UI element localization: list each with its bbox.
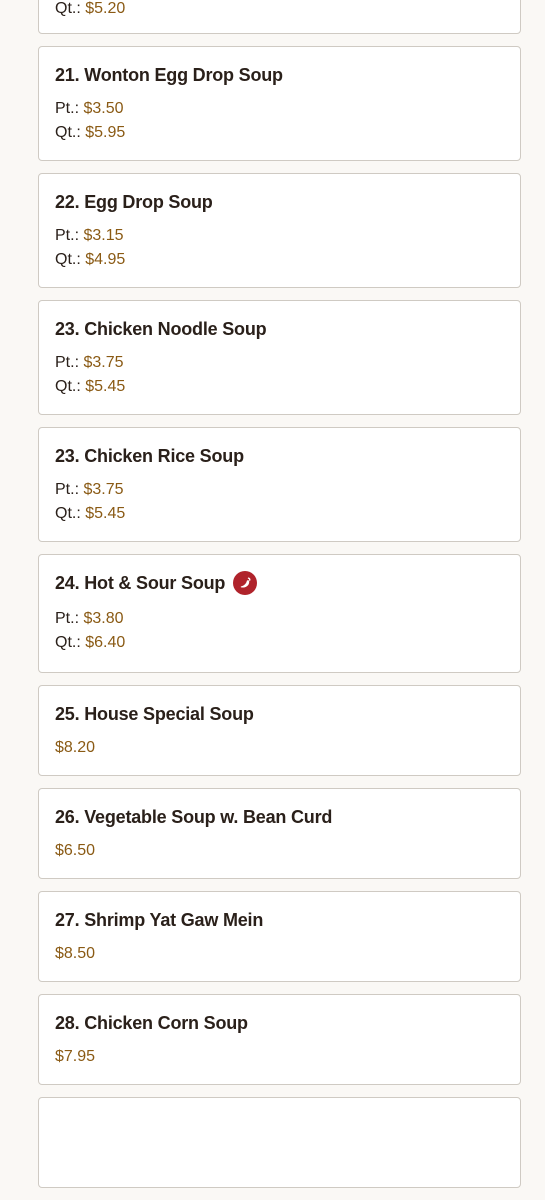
item-price: $8.20 bbox=[55, 739, 96, 756]
quart-label: Qt.: bbox=[55, 634, 81, 651]
menu-item-card[interactable]: 25. House Special Soup $8.20 bbox=[38, 685, 521, 776]
pint-label: Pt.: bbox=[55, 610, 80, 627]
menu-item-card[interactable]: 21. Wonton Egg Drop Soup Pt.: $3.50 Qt.:… bbox=[38, 46, 521, 161]
quart-price: $5.45 bbox=[85, 505, 126, 522]
menu-item-card[interactable]: 26. Vegetable Soup w. Bean Curd $6.50 bbox=[38, 788, 521, 879]
item-price: $6.50 bbox=[55, 842, 96, 859]
quart-price: $5.20 bbox=[85, 0, 126, 17]
pint-price: $3.80 bbox=[83, 610, 124, 627]
menu-item-title: 21. Wonton Egg Drop Soup bbox=[55, 64, 283, 85]
menu-item-title: 25. House Special Soup bbox=[55, 703, 254, 724]
pint-price-line: Pt.: $3.50 bbox=[55, 97, 504, 121]
quart-price: $5.45 bbox=[85, 378, 126, 395]
pint-price-line: Pt.: $3.75 bbox=[55, 478, 504, 502]
price-line: $8.20 bbox=[55, 736, 504, 760]
pint-price: $3.75 bbox=[83, 354, 124, 371]
menu-item-card[interactable]: Qt.: $5.20 bbox=[38, 0, 521, 34]
pint-price: $3.75 bbox=[83, 481, 124, 498]
pint-label: Pt.: bbox=[55, 481, 80, 498]
chili-pepper-icon bbox=[233, 571, 258, 595]
pint-price: $3.15 bbox=[83, 227, 124, 244]
quart-price-line: Qt.: $5.95 bbox=[55, 121, 504, 145]
menu-item-card[interactable]: 23. Chicken Noodle Soup Pt.: $3.75 Qt.: … bbox=[38, 300, 521, 415]
pint-price-line: Pt.: $3.80 bbox=[55, 607, 504, 631]
quart-price-line: Qt.: $6.40 bbox=[55, 631, 504, 655]
quart-price-line: Qt.: $5.20 bbox=[55, 0, 504, 21]
quart-label: Qt.: bbox=[55, 505, 81, 522]
price-line: $6.50 bbox=[55, 839, 504, 863]
item-price: $7.95 bbox=[55, 1048, 96, 1065]
quart-price: $6.40 bbox=[85, 634, 126, 651]
pint-label: Pt.: bbox=[55, 100, 80, 117]
price-line: $8.50 bbox=[55, 942, 504, 966]
menu-item-list: Qt.: $5.20 21. Wonton Egg Drop Soup Pt.:… bbox=[38, 0, 521, 1200]
quart-label: Qt.: bbox=[55, 378, 81, 395]
menu-item-title: 27. Shrimp Yat Gaw Mein bbox=[55, 909, 264, 930]
menu-item-card[interactable]: 22. Egg Drop Soup Pt.: $3.15 Qt.: $4.95 bbox=[38, 173, 521, 288]
quart-price-line: Qt.: $5.45 bbox=[55, 375, 504, 399]
pint-label: Pt.: bbox=[55, 354, 80, 371]
menu-item-card[interactable]: 24. Hot & Sour Soup Pt.: $3.80 Qt.: $6.4… bbox=[38, 554, 521, 673]
menu-item-title: 26. Vegetable Soup w. Bean Curd bbox=[55, 806, 333, 827]
menu-item-card[interactable]: 28. Chicken Corn Soup $7.95 bbox=[38, 994, 521, 1085]
pint-price-line: Pt.: $3.15 bbox=[55, 224, 504, 248]
menu-item-title: 23. Chicken Noodle Soup bbox=[55, 318, 267, 339]
pint-price: $3.50 bbox=[83, 100, 124, 117]
quart-label: Qt.: bbox=[55, 0, 81, 17]
item-price: $8.50 bbox=[55, 945, 96, 962]
price-line: $7.95 bbox=[55, 1045, 504, 1069]
quart-label: Qt.: bbox=[55, 124, 81, 141]
pint-label: Pt.: bbox=[55, 227, 80, 244]
menu-item-card[interactable]: 23. Chicken Rice Soup Pt.: $3.75 Qt.: $5… bbox=[38, 427, 521, 542]
menu-item-card[interactable]: 27. Shrimp Yat Gaw Mein $8.50 bbox=[38, 891, 521, 982]
pint-price-line: Pt.: $3.75 bbox=[55, 351, 504, 375]
quart-label: Qt.: bbox=[55, 251, 81, 268]
quart-price-line: Qt.: $4.95 bbox=[55, 248, 504, 272]
menu-item-title: 22. Egg Drop Soup bbox=[55, 191, 213, 212]
menu-item-title: 23. Chicken Rice Soup bbox=[55, 445, 244, 466]
menu-item-card[interactable] bbox=[38, 1097, 521, 1188]
quart-price: $4.95 bbox=[85, 251, 126, 268]
quart-price: $5.95 bbox=[85, 124, 126, 141]
menu-item-title: 24. Hot & Sour Soup bbox=[55, 572, 226, 593]
menu-item-title: 28. Chicken Corn Soup bbox=[55, 1012, 248, 1033]
quart-price-line: Qt.: $5.45 bbox=[55, 502, 504, 526]
